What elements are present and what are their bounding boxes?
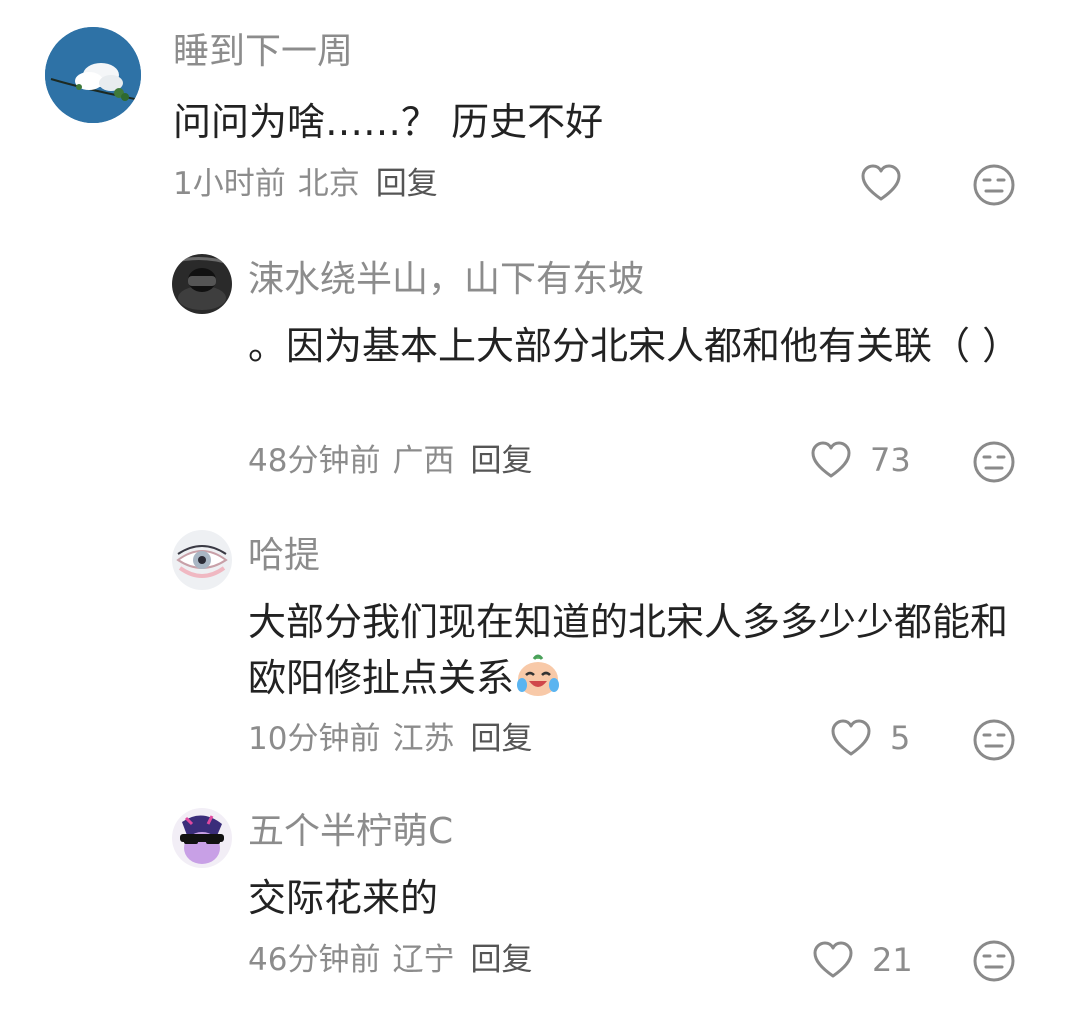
comment-meta: 46分钟前 辽宁 回复: [248, 940, 544, 980]
avatar[interactable]: [172, 254, 232, 314]
comment-meta: 1小时前 北京 回复: [173, 164, 450, 204]
heart-icon: [813, 941, 853, 978]
pony-sunglasses-avatar-icon: [172, 808, 232, 868]
comment-2: 涑水绕半山，山下有东坡 。因为基本上大部分北宋人都和他有关联（ ） 48分钟前广…: [0, 230, 1079, 500]
reply-button[interactable]: 回复: [470, 443, 532, 479]
location: 北京: [297, 166, 360, 202]
comment-text: 。因为基本上大部分北宋人都和他有关联（ ）: [248, 324, 1021, 368]
comment-meta: 48分钟前 广西 回复: [248, 441, 544, 481]
like-button[interactable]: [860, 163, 920, 203]
avatar[interactable]: [45, 27, 141, 123]
timestamp: 10分钟前: [248, 721, 381, 757]
neutral-face-icon: [973, 719, 1015, 761]
like-button[interactable]: 73: [810, 440, 911, 480]
like-count: 73: [870, 441, 911, 479]
like-count: 5: [890, 719, 911, 757]
location: 辽宁: [392, 942, 455, 978]
username[interactable]: 涑水绕半山，山下有东坡: [248, 258, 644, 302]
timestamp: 46分钟前: [248, 942, 381, 978]
dark-portrait-avatar-icon: [172, 254, 232, 314]
comment-text: 大部分我们现在知道的北宋人多多少少都能和欧阳修扯点关系: [248, 594, 1018, 706]
comment-1: 睡到下一周 问问为啥……？ 历史不好 1小时前 北京 回复: [0, 0, 1079, 230]
eye-closeup-avatar-icon: [172, 530, 232, 590]
timestamp: 1小时前: [173, 166, 286, 202]
reply-button[interactable]: 回复: [376, 166, 438, 202]
comment-text-body: 大部分我们现在知道的北宋人多多少少都能和欧阳修扯点关系: [248, 600, 1009, 700]
neutral-face-icon: [973, 164, 1015, 206]
neutral-face-icon: [973, 441, 1015, 483]
dislike-button[interactable]: [972, 440, 1016, 488]
location: 江苏: [392, 721, 455, 757]
dislike-button[interactable]: [972, 163, 1016, 211]
like-button[interactable]: 5: [830, 718, 910, 758]
heart-icon: [811, 441, 851, 478]
comment-text: 交际花来的: [248, 876, 439, 920]
avatar[interactable]: [172, 808, 232, 868]
heart-icon: [831, 719, 871, 756]
dislike-button[interactable]: [972, 939, 1016, 987]
cloud-sky-avatar-icon: [45, 27, 141, 123]
dislike-button[interactable]: [972, 718, 1016, 766]
location: 广西: [392, 443, 455, 479]
laugh-cry-emoji-icon: [514, 653, 562, 697]
username[interactable]: 哈提: [248, 534, 320, 578]
comment-text: 问问为啥……？ 历史不好: [173, 100, 604, 144]
avatar[interactable]: [172, 530, 232, 590]
timestamp: 48分钟前: [248, 443, 381, 479]
reply-button[interactable]: 回复: [470, 721, 532, 757]
like-button[interactable]: 21: [812, 940, 913, 980]
username[interactable]: 睡到下一周: [173, 30, 353, 74]
username[interactable]: 五个半柠萌C: [248, 810, 453, 854]
like-count: 21: [872, 941, 913, 979]
reply-button[interactable]: 回复: [470, 942, 532, 978]
comment-4: 五个半柠萌C 交际花来的 46分钟前 辽宁 回复 21: [0, 790, 1079, 1014]
comment-3: 哈提 大部分我们现在知道的北宋人多多少少都能和欧阳修扯点关系 10分钟前 江苏 回复…: [0, 500, 1079, 790]
heart-icon: [861, 164, 901, 201]
comment-meta: 10分钟前 江苏 回复: [248, 719, 544, 759]
neutral-face-icon: [973, 940, 1015, 982]
